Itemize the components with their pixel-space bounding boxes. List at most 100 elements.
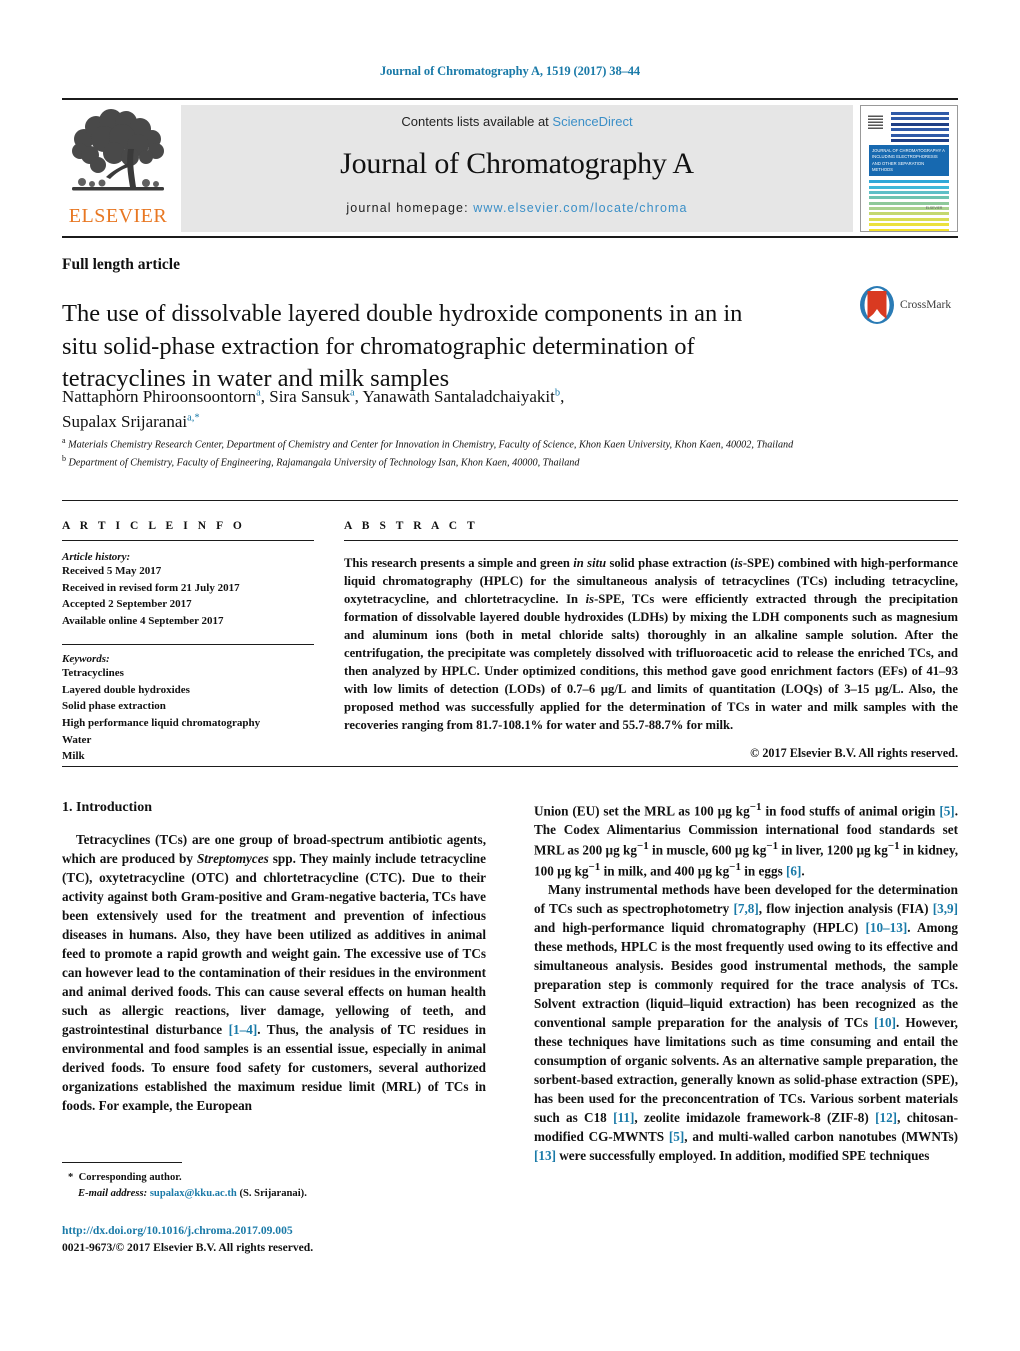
- issn-copyright-line: 0021-9673/© 2017 Elsevier B.V. All right…: [62, 1241, 314, 1255]
- author-1-affiliation-marker: a: [256, 387, 261, 399]
- keyword-item: Water: [62, 733, 92, 746]
- elsevier-logo: ELSEVIER: [62, 105, 174, 241]
- citation-ref-10-13[interactable]: [10–13]: [865, 920, 907, 935]
- cover-bar: [869, 180, 949, 184]
- intro-p2-g: in milk, and 400 µg kg: [600, 863, 730, 879]
- author-2-affiliation-marker: a: [350, 387, 355, 399]
- abstract-rule: [344, 540, 958, 541]
- journal-masthead: ELSEVIER Contents lists available at Sci…: [62, 98, 958, 241]
- cover-bar: [869, 190, 949, 194]
- author-list: Nattaphorn Phiroonsoontorna, Sira Sansuk…: [62, 387, 565, 431]
- citation-ref-5a[interactable]: [5]: [939, 803, 954, 818]
- elsevier-wordmark: ELSEVIER: [68, 205, 168, 227]
- masthead-bottom-rule: [62, 236, 958, 238]
- intro-p2-h: in eggs: [740, 863, 787, 879]
- affiliation-b-marker: b: [62, 454, 66, 464]
- keyword-item: Layered double hydroxides: [62, 683, 190, 696]
- citation-ref-7-8[interactable]: [7,8]: [733, 901, 758, 916]
- running-head: Journal of Chromatography A, 1519 (2017)…: [379, 64, 641, 78]
- intro-p2-sup-3: −1: [766, 840, 779, 853]
- intro-p2-sup-4: −1: [887, 840, 900, 853]
- citation-ref-12[interactable]: [12]: [875, 1110, 897, 1125]
- intro-paragraph-2: Union (EU) set the MRL as 100 µg kg −1 in…: [534, 800, 958, 880]
- intro-p2-sup-6: −1: [729, 860, 741, 873]
- keywords-label: Keywords:: [62, 652, 110, 665]
- abstract-column: A B S T R A C T This research presents a…: [344, 520, 958, 765]
- body-columns: 1. Introduction Tetracyclines (TCs) are …: [62, 800, 958, 1165]
- citation-ref-5b[interactable]: [5]: [669, 1129, 684, 1144]
- sciencedirect-link[interactable]: ScienceDirect: [552, 114, 632, 129]
- intro-p2-sup-5: −1: [588, 860, 601, 873]
- abstract-heading: A B S T R A C T: [344, 520, 479, 532]
- abstract-italic-3: is: [585, 591, 595, 606]
- paper-page: Journal of Chromatography A, 1519 (2017)…: [0, 0, 1020, 1351]
- body-column-left: 1. Introduction Tetracyclines (TCs) are …: [62, 800, 486, 1165]
- intro-p2-e: in liver, 1200 µg kg: [778, 842, 888, 858]
- keyword-item: Tetracyclines: [62, 666, 124, 679]
- abstract-italic-2: is: [734, 555, 743, 570]
- citation-ref-10[interactable]: [10]: [874, 1015, 896, 1030]
- intro-paragraph-1: Tetracyclines (TCs) are one group of bro…: [62, 830, 486, 1115]
- cover-bar: [891, 133, 949, 137]
- intro-p1-italic: Streptomyces: [196, 851, 269, 866]
- info-abstract-region: A R T I C L E I N F O Article history: R…: [62, 520, 958, 765]
- intro-p2-i: .: [801, 863, 805, 879]
- corresponding-author-email-link[interactable]: supalax@kku.ac.th: [150, 1188, 237, 1199]
- intro-p3-c: and high-performance liquid chromatograp…: [534, 920, 866, 936]
- homepage-url-link[interactable]: www.elsevier.com/locate/chroma: [473, 201, 687, 215]
- intro-p2-a: Union (EU) set the MRL as 100 µg kg: [534, 803, 750, 819]
- keyword-list: Tetracyclines Layered double hydroxides So…: [62, 665, 314, 765]
- intro-p2-b: in food stuffs of animal origin: [761, 803, 940, 819]
- journal-cover-thumbnail[interactable]: JOURNAL OF CHROMATOGRAPHY A INCLUDING EL…: [860, 105, 958, 232]
- article-info-column: A R T I C L E I N F O Article history: R…: [62, 520, 314, 765]
- page-title: The use of dissolvable layered double hy…: [62, 300, 743, 393]
- abstract-part-1: This research presents a simple and gree…: [344, 555, 574, 570]
- author-2: Sira Sansuk: [269, 387, 350, 406]
- intro-p3-h: , and multi-walled carbon nanotubes (MWN…: [684, 1129, 958, 1145]
- citation-ref-1-4[interactable]: [1–4]: [229, 1022, 258, 1037]
- corresponding-author-footnote: * Corresponding author. E-mail address: …: [62, 1162, 486, 1203]
- crossmark-badge[interactable]: CrossMark: [858, 283, 958, 327]
- affiliation-bottom-rule: [62, 500, 958, 501]
- footnote-rule: [62, 1162, 182, 1163]
- author-4: Supalax Srijaranai: [62, 411, 188, 431]
- author-3: Yanawath Santaladchaiyakit: [362, 387, 555, 406]
- article-history-item: Received in revised form 21 July 2017: [62, 581, 240, 594]
- author-1: Nattaphorn Phiroonsoontorn: [62, 387, 257, 406]
- journal-homepage-line: journal homepage: www.elsevier.com/locat…: [346, 201, 687, 215]
- affiliation-a-marker: a: [62, 436, 66, 445]
- citation-ref-3-9[interactable]: [3,9]: [933, 901, 958, 916]
- keyword-item: High performance liquid chromatography: [62, 717, 261, 730]
- cover-title-band: JOURNAL OF CHROMATOGRAPHY A INCLUDING EL…: [869, 144, 949, 177]
- qr-code-icon: [868, 114, 883, 129]
- intro-p3-d: . Among these methods, HPLC is the most …: [534, 920, 958, 1031]
- article-info-rule: [62, 540, 314, 541]
- abstract-copyright: © 2017 Elsevier B.V. All rights reserved…: [750, 746, 958, 761]
- intro-paragraph-3: Many instrumental methods have been deve…: [534, 880, 958, 1165]
- citation-ref-6[interactable]: [6]: [786, 863, 801, 878]
- intro-p2-sup-2: −1: [636, 840, 649, 853]
- affiliation-b: b Department of Chemistry, Faculty of En…: [62, 453, 892, 471]
- crossmark-label: CrossMark: [900, 299, 952, 311]
- footnote-star-marker: *: [68, 1172, 74, 1183]
- footnote-corresponding-line: * Corresponding author.: [62, 1170, 486, 1186]
- citation-ref-11[interactable]: [11]: [613, 1110, 634, 1125]
- article-history-list: Received 5 May 2017 Received in revised f…: [62, 563, 314, 630]
- intro-p2-d: in muscle, 600 µg kg: [648, 842, 767, 858]
- cover-bar: [891, 117, 949, 121]
- keywords-rule: [62, 643, 314, 645]
- cover-bar: [891, 138, 949, 142]
- abstract-part-4: -SPE, TCs were efficiently extracted thr…: [344, 591, 958, 732]
- citation-ref-13[interactable]: [13]: [534, 1148, 556, 1163]
- body-column-right: Union (EU) set the MRL as 100 µg kg −1 in…: [534, 800, 958, 1165]
- cover-bar: [869, 201, 949, 205]
- contents-prefix: Contents lists available at: [401, 114, 553, 129]
- author-4-affiliation-marker: a,*: [187, 411, 200, 423]
- intro-p3-f: , zeolite imidazole framework-8 (ZIF-8): [634, 1110, 876, 1126]
- doi-link[interactable]: http://dx.doi.org/10.1016/j.chroma.2017.…: [62, 1222, 486, 1239]
- cover-publisher-mark: ELSEVIER: [925, 206, 943, 210]
- journal-banner: Contents lists available at ScienceDirec…: [181, 105, 853, 232]
- contents-list-line: Contents lists available at ScienceDirec…: [401, 114, 632, 129]
- cover-bar: [891, 128, 949, 132]
- affiliation-a: a Materials Chemistry Research Center, D…: [62, 435, 892, 453]
